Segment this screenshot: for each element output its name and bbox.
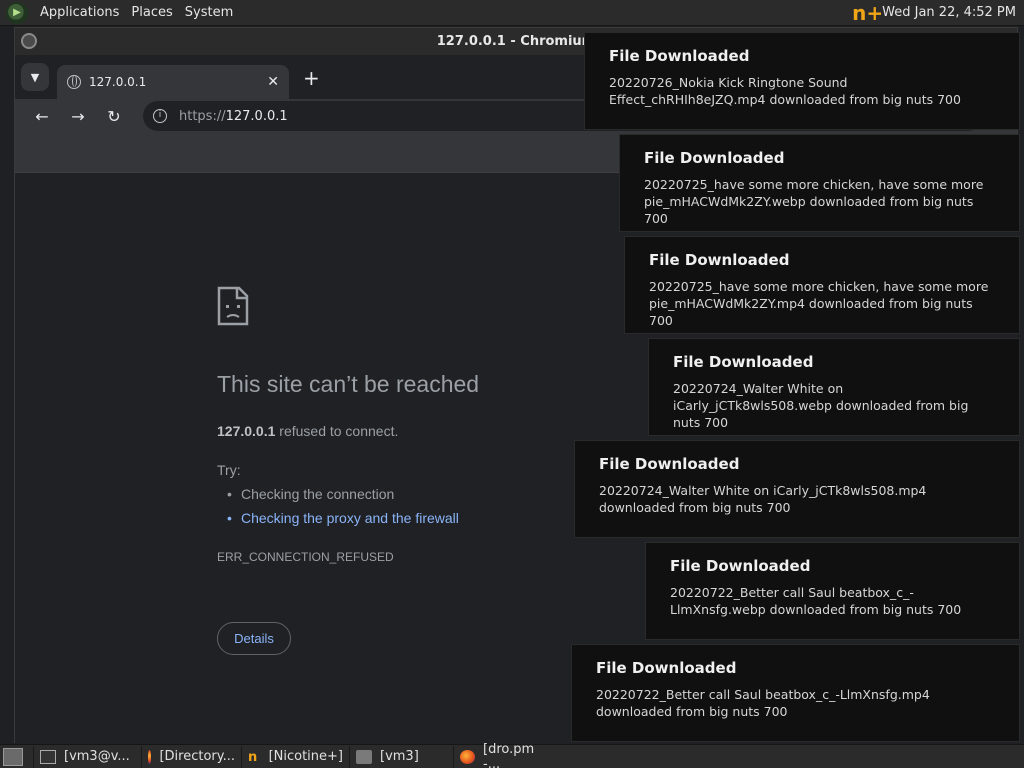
nicotine-tray-icon[interactable]: n+ bbox=[852, 2, 883, 24]
tab-127-0-0-1[interactable]: 127.0.0.1 ✕ bbox=[57, 65, 289, 99]
firefox-icon bbox=[460, 749, 476, 764]
notification-title: File Downloaded bbox=[599, 455, 740, 473]
notification-title: File Downloaded bbox=[673, 353, 814, 371]
taskbar-item-nicotine[interactable]: n [Nicotine+] bbox=[241, 745, 349, 768]
notification-4[interactable]: File Downloaded 20220724_Walter White on… bbox=[648, 338, 1020, 436]
notification-title: File Downloaded bbox=[649, 251, 790, 269]
notification-body: 20220725_have some more chicken, have so… bbox=[649, 279, 989, 328]
nicotine-icon: n bbox=[248, 749, 258, 765]
window-title: 127.0.0.1 - Chromium bbox=[436, 34, 596, 49]
notification-body: 20220725_have some more chicken, have so… bbox=[644, 177, 984, 226]
globe-icon bbox=[67, 75, 81, 89]
panel-clock[interactable]: Wed Jan 22, 4:52 PM bbox=[882, 5, 1016, 20]
taskbar-item-directory[interactable]: [Directory... bbox=[141, 745, 241, 768]
taskbar-item-label: [dro.pm -... bbox=[483, 741, 535, 768]
top-panel: ▶ Applications Places System n+ Wed Jan … bbox=[0, 0, 1024, 26]
tab-title: 127.0.0.1 bbox=[89, 75, 147, 89]
new-tab-button[interactable]: + bbox=[303, 66, 320, 90]
folder-icon bbox=[356, 749, 372, 764]
tab-search-button[interactable]: ▼ bbox=[21, 63, 49, 91]
notification-title: File Downloaded bbox=[596, 659, 737, 677]
taskbar-item-file-manager[interactable]: [vm3] bbox=[349, 745, 453, 768]
error-desc-text: refused to connect. bbox=[275, 423, 399, 439]
taskbar-item-label: [Directory... bbox=[159, 749, 235, 764]
taskbar: [vm3@v... [Directory... n [Nicotine+] [v… bbox=[0, 742, 1024, 768]
notification-6[interactable]: File Downloaded 20220722_Better call Sau… bbox=[645, 542, 1020, 640]
system-menu[interactable]: System bbox=[179, 0, 239, 26]
close-tab-icon[interactable]: ✕ bbox=[267, 74, 279, 90]
notification-2[interactable]: File Downloaded 20220725_have some more … bbox=[619, 134, 1020, 232]
notification-3[interactable]: File Downloaded 20220725_have some more … bbox=[624, 236, 1020, 334]
firefox-icon bbox=[148, 749, 152, 764]
site-info-icon[interactable]: i bbox=[153, 109, 167, 123]
notification-title: File Downloaded bbox=[644, 149, 785, 167]
back-button[interactable]: ← bbox=[27, 107, 57, 126]
notification-title: File Downloaded bbox=[609, 47, 750, 65]
taskbar-item-label: [Nicotine+] bbox=[268, 749, 343, 764]
sad-document-icon bbox=[217, 286, 249, 326]
try-label: Try: bbox=[217, 462, 241, 478]
notification-7[interactable]: File Downloaded 20220722_Better call Sau… bbox=[571, 644, 1020, 742]
details-button[interactable]: Details bbox=[217, 622, 291, 655]
taskbar-item-label: [vm3@v... bbox=[64, 749, 130, 764]
url-host: 127.0.0.1 bbox=[225, 108, 288, 124]
error-code: ERR_CONNECTION_REFUSED bbox=[217, 550, 394, 564]
reload-button[interactable]: ↻ bbox=[99, 107, 129, 126]
notification-1[interactable]: File Downloaded 20220726_Nokia Kick Ring… bbox=[584, 32, 1020, 130]
distro-logo-icon[interactable]: ▶ bbox=[6, 1, 28, 24]
notification-body: 20220722_Better call Saul beatbox_c_-Llm… bbox=[670, 585, 962, 617]
error-title: This site can’t be reached bbox=[217, 371, 480, 397]
url-scheme: https:// bbox=[179, 108, 226, 124]
notification-body: 20220722_Better call Saul beatbox_c_-Llm… bbox=[596, 687, 930, 719]
error-host: 127.0.0.1 bbox=[217, 423, 276, 439]
chevron-down-icon: ▼ bbox=[30, 70, 40, 84]
notification-body: 20220724_Walter White on iCarly_jCTk8wls… bbox=[673, 381, 969, 430]
taskbar-item-dro-pm[interactable]: [dro.pm -... bbox=[453, 742, 557, 768]
places-menu[interactable]: Places bbox=[125, 0, 178, 26]
taskbar-item-label: [vm3] bbox=[380, 749, 419, 764]
notification-body: 20220724_Walter White on iCarly_jCTk8wls… bbox=[599, 483, 927, 515]
suggestion-check-connection: Checking the connection bbox=[227, 486, 394, 502]
applications-menu[interactable]: Applications bbox=[34, 0, 125, 26]
terminal-icon bbox=[40, 749, 56, 764]
window-menu-icon[interactable] bbox=[21, 33, 37, 49]
notification-title: File Downloaded bbox=[670, 557, 811, 575]
error-description: 127.0.0.1 refused to connect. bbox=[217, 423, 398, 439]
show-desktop-icon[interactable] bbox=[3, 747, 23, 766]
forward-button[interactable]: → bbox=[63, 107, 93, 126]
suggestion-check-proxy-link[interactable]: Checking the proxy and the firewall bbox=[227, 510, 459, 526]
notification-body: 20220726_Nokia Kick Ringtone Sound Effec… bbox=[609, 75, 961, 107]
taskbar-item-terminal[interactable]: [vm3@v... bbox=[33, 745, 141, 768]
notification-5[interactable]: File Downloaded 20220724_Walter White on… bbox=[574, 440, 1020, 538]
